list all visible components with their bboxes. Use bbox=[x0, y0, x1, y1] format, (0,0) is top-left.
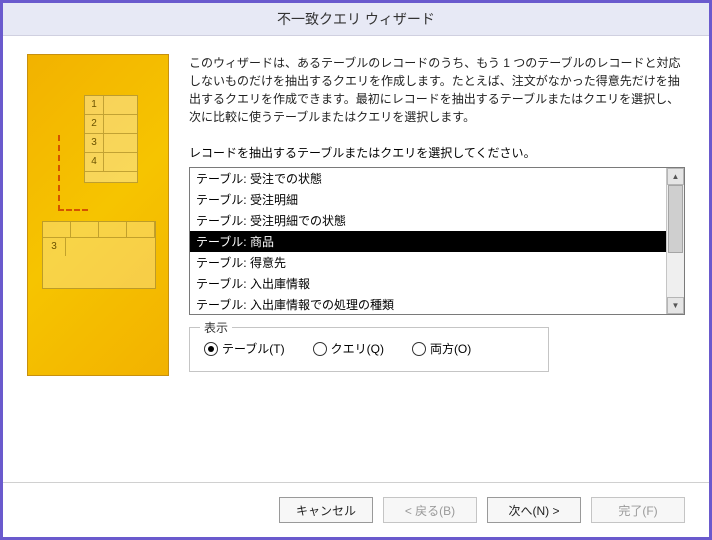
table-listbox[interactable]: テーブル: 受注での状態 テーブル: 受注明細 テーブル: 受注明細での状態 テ… bbox=[189, 167, 685, 315]
selection-prompt: レコードを抽出するテーブルまたはクエリを選択してください。 bbox=[189, 144, 685, 161]
scroll-up-button[interactable]: ▲ bbox=[667, 168, 684, 185]
wizard-window: 不一致クエリ ウィザード 1 2 3 4 3 このウィザードは、あるテーブルのレ… bbox=[0, 0, 712, 540]
radio-dot-icon bbox=[204, 342, 218, 356]
titlebar: 不一致クエリ ウィザード bbox=[3, 3, 709, 36]
view-radios: テーブル(T) クエリ(Q) 両方(O) bbox=[204, 340, 534, 357]
illust-table-1: 1 2 3 4 bbox=[84, 95, 138, 183]
wizard-footer: キャンセル < 戻る(B) 次へ(N) > 完了(F) bbox=[3, 482, 709, 537]
finish-button[interactable]: 完了(F) bbox=[591, 497, 685, 523]
content-area: 1 2 3 4 3 このウィザードは、あるテーブルのレコードのうち、もう 1 つ… bbox=[3, 36, 709, 482]
list-item[interactable]: テーブル: 得意先 bbox=[190, 252, 666, 273]
view-legend: 表示 bbox=[200, 319, 232, 336]
list-item[interactable]: テーブル: 入出庫情報 bbox=[190, 273, 666, 294]
illust-num: 3 bbox=[43, 238, 66, 256]
radio-dot-icon bbox=[412, 342, 426, 356]
radio-tables[interactable]: テーブル(T) bbox=[204, 340, 285, 357]
listbox-items: テーブル: 受注での状態 テーブル: 受注明細 テーブル: 受注明細での状態 テ… bbox=[190, 168, 666, 314]
next-button[interactable]: 次へ(N) > bbox=[487, 497, 581, 523]
scroll-down-button[interactable]: ▼ bbox=[667, 297, 684, 314]
illust-num: 2 bbox=[85, 115, 104, 133]
list-item[interactable]: テーブル: 受注明細での状態 bbox=[190, 210, 666, 231]
right-column: このウィザードは、あるテーブルのレコードのうち、もう 1 つのテーブルのレコード… bbox=[189, 54, 685, 482]
illust-connector bbox=[58, 135, 88, 211]
window-title: 不一致クエリ ウィザード bbox=[277, 11, 435, 27]
list-item[interactable]: テーブル: 入出庫情報での処理の種類 bbox=[190, 294, 666, 314]
radio-both[interactable]: 両方(O) bbox=[412, 340, 471, 357]
scroll-thumb[interactable] bbox=[668, 185, 683, 253]
radio-dot-icon bbox=[313, 342, 327, 356]
list-item-selected[interactable]: テーブル: 商品 bbox=[190, 231, 666, 252]
scroll-track[interactable] bbox=[667, 185, 684, 297]
illust-table-2: 3 bbox=[42, 221, 156, 289]
list-item[interactable]: テーブル: 受注明細 bbox=[190, 189, 666, 210]
listbox-scrollbar[interactable]: ▲ ▼ bbox=[666, 168, 684, 314]
radio-queries-label: クエリ(Q) bbox=[331, 340, 384, 357]
wizard-description: このウィザードは、あるテーブルのレコードのうち、もう 1 つのテーブルのレコード… bbox=[189, 54, 685, 126]
radio-queries[interactable]: クエリ(Q) bbox=[313, 340, 384, 357]
wizard-illustration: 1 2 3 4 3 bbox=[27, 54, 169, 376]
radio-both-label: 両方(O) bbox=[430, 340, 471, 357]
illust-num: 1 bbox=[85, 96, 104, 114]
view-fieldset: 表示 テーブル(T) クエリ(Q) 両方(O) bbox=[189, 327, 549, 372]
radio-tables-label: テーブル(T) bbox=[222, 340, 285, 357]
list-item[interactable]: テーブル: 受注での状態 bbox=[190, 168, 666, 189]
back-button[interactable]: < 戻る(B) bbox=[383, 497, 477, 523]
cancel-button[interactable]: キャンセル bbox=[279, 497, 373, 523]
